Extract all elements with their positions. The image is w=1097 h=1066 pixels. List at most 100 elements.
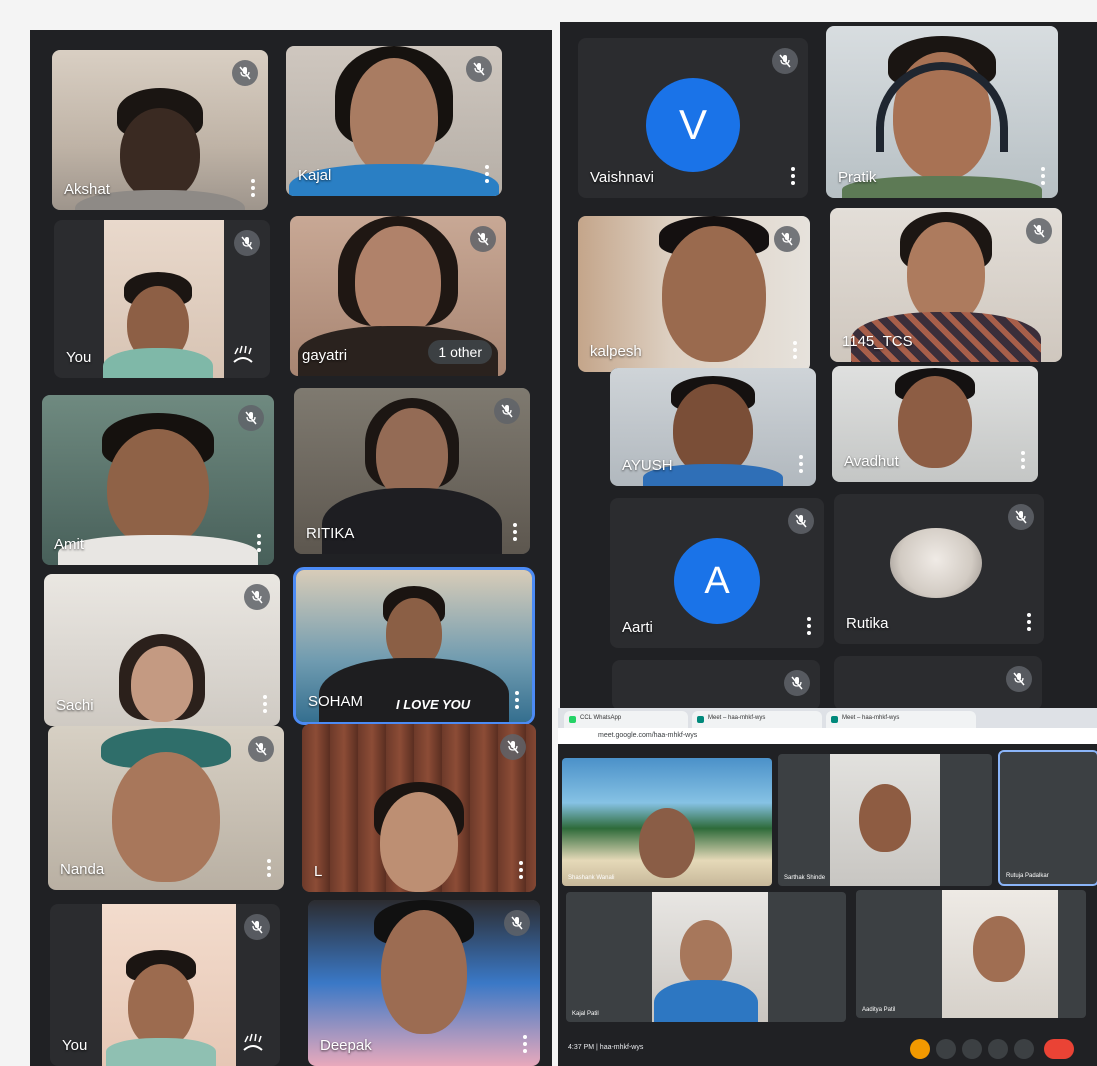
more-options-icon[interactable] (798, 454, 804, 474)
participant-tile-gayatri[interactable]: gayatri 1 other (290, 216, 506, 376)
participant-tile-deepak[interactable]: Deepak (308, 900, 540, 1066)
person-face (376, 408, 448, 500)
camera-icon[interactable] (936, 1039, 956, 1059)
mic-off-icon[interactable] (1026, 218, 1052, 244)
person-face (120, 108, 200, 200)
more-options-icon[interactable] (262, 694, 268, 714)
present-icon[interactable] (988, 1039, 1008, 1059)
participant-tile-aarti[interactable]: A Aarti (610, 498, 824, 648)
participant-name: You (62, 1037, 88, 1054)
more-options-icon[interactable] (1020, 450, 1026, 470)
participant-tile-rutika[interactable]: Rutika (834, 494, 1044, 644)
participant-tile-vaishnavi[interactable]: V Vaishnavi (578, 38, 808, 198)
participant-tile-hidden-1[interactable] (612, 660, 820, 710)
mini-control-bar: 4:37 PM | haa-mhkf-wys (558, 1032, 1097, 1066)
participant-name: Amit (54, 536, 84, 553)
person-shirt (654, 980, 758, 1022)
participant-tile-kalpesh[interactable]: kalpesh (578, 216, 810, 372)
mic-off-icon[interactable] (774, 226, 800, 252)
more-options-icon[interactable] (514, 690, 520, 710)
mic-off-icon[interactable] (784, 670, 810, 696)
participant-name: Rutika (846, 615, 889, 632)
url-text: meet.google.com/haa-mhkf-wys (598, 732, 698, 739)
person-face (350, 58, 438, 176)
mic-off-icon[interactable] (500, 734, 526, 760)
mic-off-icon[interactable] (494, 398, 520, 424)
mic-off-icon[interactable] (234, 230, 260, 256)
mic-off-icon[interactable] (772, 48, 798, 74)
participant-name: L (314, 863, 323, 880)
participant-name: SOHAM (308, 693, 364, 710)
mic-off-icon[interactable] (504, 910, 530, 936)
person-face (662, 226, 766, 362)
mic-off-icon[interactable] (1008, 504, 1034, 530)
browser-tab[interactable]: Meet – haa-mhkf-wys (826, 711, 976, 728)
browser-address-bar[interactable]: meet.google.com/haa-mhkf-wys (558, 728, 1097, 744)
participant-tile-ayush[interactable]: AYUSH (610, 368, 816, 486)
person-shirt (322, 488, 502, 554)
captions-icon[interactable] (962, 1039, 982, 1059)
participant-name: Rutuja Padalkar (1006, 873, 1049, 879)
participant-tile-you[interactable]: You (54, 220, 270, 378)
mini-tile[interactable]: Aaditya Patil (856, 890, 1086, 1018)
participant-name: Pratik (838, 169, 877, 186)
hand-raise-icon[interactable] (910, 1039, 930, 1059)
mic-off-icon[interactable] (244, 914, 270, 940)
more-options-icon[interactable] (790, 166, 796, 186)
mic-off-icon[interactable] (470, 226, 496, 252)
participant-tile-sachi[interactable]: Sachi (44, 574, 280, 726)
participant-tile-avadhut[interactable]: Avadhut (832, 366, 1038, 482)
mic-off-icon[interactable] (232, 60, 258, 86)
participant-tile-l[interactable]: L (302, 724, 536, 892)
mic-off-icon[interactable] (466, 56, 492, 82)
person-face (112, 752, 220, 882)
participant-tile-nanda[interactable]: Nanda (48, 726, 284, 890)
participant-tile-akshat[interactable]: Akshat (52, 50, 268, 210)
participant-tile-hidden-2[interactable] (834, 656, 1042, 710)
more-options-icon[interactable] (484, 164, 490, 184)
others-pill[interactable]: 1 other (428, 340, 492, 364)
more-options-icon[interactable] (250, 178, 256, 198)
more-options-icon[interactable] (806, 616, 812, 636)
more-options-icon[interactable] (266, 858, 272, 878)
person-face (131, 646, 193, 722)
person-face (898, 376, 972, 468)
mic-off-icon[interactable] (1006, 666, 1032, 692)
tab-favicon-icon (697, 716, 704, 723)
participant-tile-1145-tcs[interactable]: 1145_TCS (830, 208, 1062, 362)
participant-tile-pratik[interactable]: Pratik (826, 26, 1058, 198)
more-options-icon[interactable] (1014, 1039, 1034, 1059)
more-options-icon[interactable] (256, 533, 262, 553)
participant-tile-amit[interactable]: Amit (42, 395, 274, 565)
more-options-icon[interactable] (518, 860, 524, 880)
participant-tile-kajal[interactable]: Kajal (286, 46, 502, 196)
mini-tile[interactable]: Sarthak Shinde (778, 754, 992, 886)
mic-off-icon[interactable] (788, 508, 814, 534)
participant-name: Kajal Patil (572, 1011, 599, 1017)
browser-tab[interactable]: Meet – haa-mhkf-wys (692, 711, 822, 728)
end-call-icon[interactable] (1044, 1039, 1074, 1059)
hand-raise-icon[interactable] (230, 344, 256, 366)
participant-tile-soham[interactable]: I LOVE YOU SOHAM (293, 567, 535, 725)
mini-tile[interactable]: Shashank Wanali (562, 758, 772, 886)
mic-off-icon[interactable] (244, 584, 270, 610)
more-options-icon[interactable] (512, 522, 518, 542)
mic-off-icon[interactable] (248, 736, 274, 762)
participant-tile-you-2[interactable]: You (50, 904, 280, 1066)
participant-name: Aaditya Patil (862, 1007, 896, 1013)
browser-tab[interactable]: CCL WhatsApp (564, 711, 688, 728)
person-shirt (103, 348, 213, 378)
more-options-icon[interactable] (522, 1034, 528, 1054)
person-shirt (106, 1038, 216, 1066)
participant-name: Sachi (56, 697, 94, 714)
participant-name: Akshat (64, 181, 110, 198)
mic-off-icon[interactable] (238, 405, 264, 431)
meet-collage: Akshat Kajal You gayatri 1 other Amit RI… (0, 0, 1097, 1066)
hand-raise-icon[interactable] (240, 1032, 266, 1054)
more-options-icon[interactable] (792, 340, 798, 360)
mini-tile[interactable]: Kajal Patil (566, 892, 846, 1022)
more-options-icon[interactable] (1026, 612, 1032, 632)
mini-tile[interactable]: Rutuja Padalkar (998, 750, 1097, 886)
more-options-icon[interactable] (1040, 166, 1046, 186)
participant-tile-ritika[interactable]: RITIKA (294, 388, 530, 554)
